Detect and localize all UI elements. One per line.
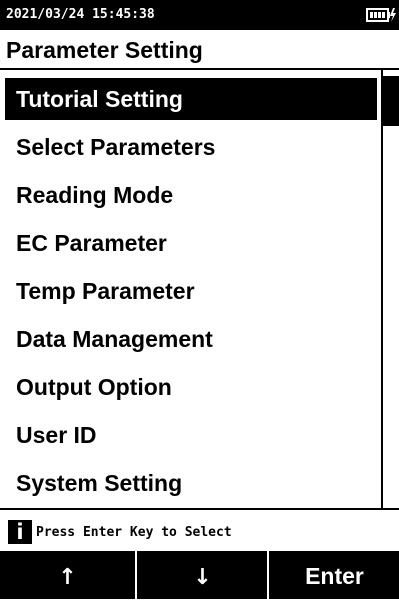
menu-item-user-id[interactable]: User ID <box>5 414 377 456</box>
hint-bar: i Press Enter Key to Select <box>0 510 399 550</box>
menu-item-select-parameters[interactable]: Select Parameters <box>5 126 377 168</box>
menu-item-tutorial-setting[interactable]: Tutorial Setting <box>5 78 377 120</box>
menu-item-temp-parameter[interactable]: Temp Parameter <box>5 270 377 312</box>
battery-charging-icon <box>366 8 396 22</box>
up-button[interactable]: ↑ <box>0 551 135 599</box>
status-bar: 2021/03/24 15:45:38 <box>0 0 399 30</box>
arrow-down-icon: ↓ <box>193 565 212 590</box>
scrollbar-thumb[interactable] <box>383 76 399 126</box>
down-button[interactable]: ↓ <box>138 551 267 599</box>
arrow-up-icon: ↑ <box>58 565 77 590</box>
menu-area: Tutorial Setting Select Parameters Readi… <box>0 70 399 510</box>
menu-item-system-setting[interactable]: System Setting <box>5 462 377 504</box>
header: Parameter Setting <box>0 30 399 70</box>
softkey-divider <box>267 551 269 599</box>
info-icon: i <box>8 520 32 544</box>
scrollbar[interactable] <box>381 70 399 508</box>
enter-button[interactable]: Enter <box>270 551 399 599</box>
menu-item-ec-parameter[interactable]: EC Parameter <box>5 222 377 264</box>
softkey-bar: ↑ ↓ Enter <box>0 551 399 599</box>
menu-item-data-management[interactable]: Data Management <box>5 318 377 360</box>
page-title: Parameter Setting <box>6 37 203 63</box>
softkey-divider <box>135 551 137 599</box>
menu-item-reading-mode[interactable]: Reading Mode <box>5 174 377 216</box>
menu-item-output-option[interactable]: Output Option <box>5 366 377 408</box>
menu-list: Tutorial Setting Select Parameters Readi… <box>0 70 380 508</box>
status-datetime: 2021/03/24 15:45:38 <box>6 7 155 22</box>
hint-text: Press Enter Key to Select <box>36 525 232 540</box>
